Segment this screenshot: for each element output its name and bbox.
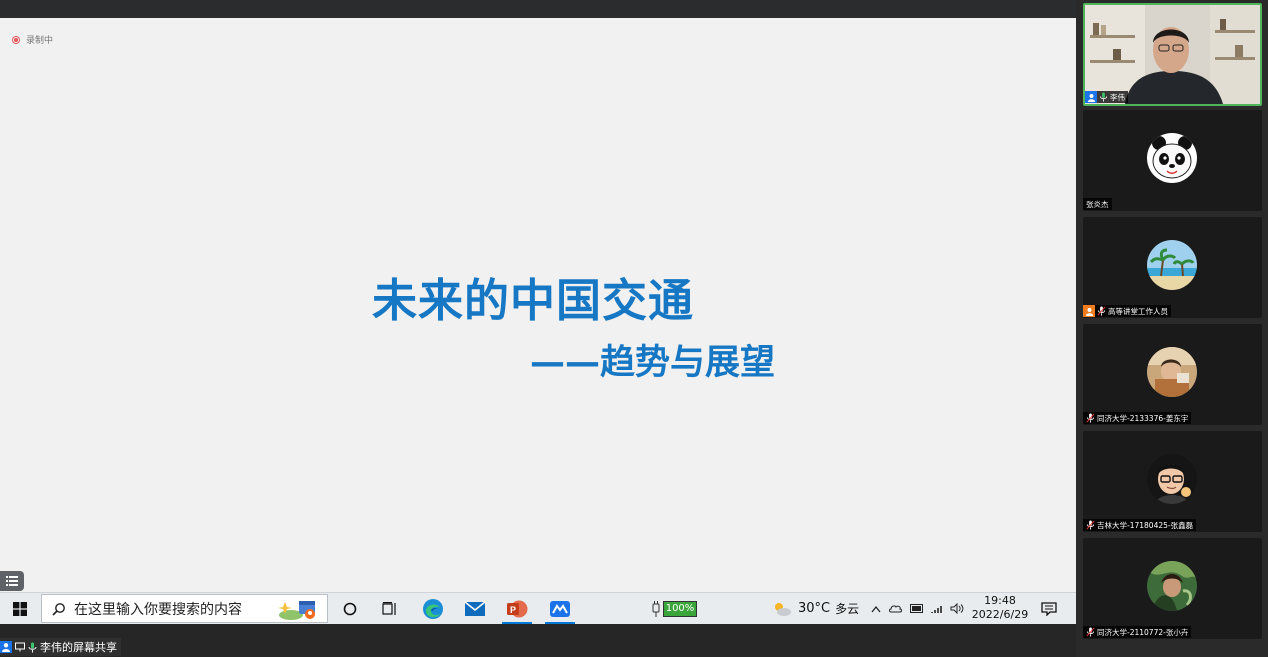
notification-icon <box>1041 601 1057 616</box>
participant-avatar <box>1147 454 1197 504</box>
mail-icon <box>464 600 486 616</box>
participant-name: 高等讲堂工作人员 <box>1108 306 1168 316</box>
wifi-button[interactable] <box>928 593 946 624</box>
cortana-icon <box>343 602 357 615</box>
task-view-icon <box>382 601 396 615</box>
weather-desc: 多云 <box>835 602 860 616</box>
edge-taskbar-button[interactable] <box>416 593 450 624</box>
participant-tile[interactable]: 张炎杰 <box>1083 110 1262 211</box>
notification-button[interactable] <box>1038 593 1060 624</box>
participant-tile[interactable]: 同济大学-2110772-张小卉 <box>1083 538 1262 639</box>
tencent-meeting-icon <box>550 600 570 617</box>
battery-icon: 100% <box>662 600 698 617</box>
start-button[interactable] <box>6 593 34 624</box>
battery-indicator[interactable]: 100% <box>646 593 702 624</box>
powerpoint-taskbar-button[interactable]: P <box>498 593 536 624</box>
participant-gallery: 李伟 张炎杰 高等讲堂工作人员 同济大学-2133376-姜东宇 吉林大学-17… <box>1076 0 1268 657</box>
wifi-icon <box>930 606 942 613</box>
taskbar-search-box[interactable]: 在这里输入你要搜索的内容 <box>41 594 328 623</box>
chevron-up-icon <box>871 605 881 612</box>
shared-screen: 录制中 未来的中国交通 ——趋势与展望 <box>0 18 1076 592</box>
windows-start-icon <box>13 601 27 616</box>
battery-percent: 100% <box>665 603 695 614</box>
volume-button[interactable] <box>948 593 966 624</box>
participant-avatar <box>1147 347 1197 397</box>
show-hidden-icons[interactable] <box>868 593 884 624</box>
display-icon <box>909 603 923 613</box>
participant-name: 同济大学-2110772-张小卉 <box>1097 627 1189 637</box>
clock-date: 2022/6/29 <box>971 608 1029 621</box>
participant-tile[interactable]: 高等讲堂工作人员 <box>1083 217 1262 318</box>
weather-temp: 30°C <box>798 601 831 616</box>
participant-tile-active[interactable]: 李伟 <box>1083 3 1262 106</box>
weather-widget[interactable]: 30°C 多云 <box>771 593 863 624</box>
powerpoint-icon: P <box>507 600 528 617</box>
plug-icon <box>652 600 660 617</box>
clock-time: 19:48 <box>984 594 1016 607</box>
participant-name: 吉林大学-17180425-张鑫磊 <box>1097 520 1194 530</box>
menu-icon <box>6 576 18 586</box>
recording-indicator: 录制中 <box>12 33 53 46</box>
participant-namebar: 同济大学-2133376-姜东宇 <box>1083 412 1192 424</box>
participant-name: 张炎杰 <box>1086 199 1109 209</box>
user-icon <box>1085 91 1097 103</box>
participant-name: 同济大学-2133376-姜东宇 <box>1097 413 1189 423</box>
mic-muted-icon <box>1086 520 1095 530</box>
mail-taskbar-button[interactable] <box>458 593 492 624</box>
onedrive-icon <box>889 605 902 613</box>
participant-avatar <box>1147 133 1197 183</box>
share-label-text: 李伟的屏幕共享 <box>40 641 117 654</box>
screen-share-label: 李伟的屏幕共享 <box>0 638 121 656</box>
screen-share-icon <box>15 642 25 652</box>
onedrive-button[interactable] <box>887 593 905 624</box>
edge-icon <box>423 598 443 619</box>
participant-avatar <box>1147 240 1197 290</box>
meeting-top-bar <box>0 0 1076 18</box>
user-icon <box>1083 305 1095 317</box>
cortana-button[interactable] <box>337 593 363 624</box>
participant-namebar: 张炎杰 <box>1083 198 1112 210</box>
participant-avatar <box>1147 561 1197 611</box>
mic-muted-icon <box>1086 413 1095 423</box>
participant-tile[interactable]: 吉林大学-17180425-张鑫磊 <box>1083 431 1262 532</box>
participant-namebar: 高等讲堂工作人员 <box>1083 305 1171 317</box>
search-highlight-icon <box>278 601 315 620</box>
menu-button[interactable] <box>0 571 24 591</box>
windows-taskbar: 在这里输入你要搜索的内容 P 100% 30°C 多云 19:48 2022/6… <box>0 592 1076 624</box>
user-icon <box>0 641 12 653</box>
recording-label: 录制中 <box>26 36 54 46</box>
task-view-button[interactable] <box>377 593 403 624</box>
participant-name: 李伟 <box>1110 92 1125 102</box>
mic-muted-icon <box>1086 627 1095 637</box>
meeting-bottom-bar: 李伟的屏幕共享 <box>0 624 1076 657</box>
slide-subtitle: ——趋势与展望 <box>530 343 776 383</box>
participant-namebar: 吉林大学-17180425-张鑫磊 <box>1083 519 1197 531</box>
tencent-meeting-taskbar-button[interactable] <box>541 593 579 624</box>
search-placeholder: 在这里输入你要搜索的内容 <box>74 601 242 618</box>
taskbar-clock[interactable]: 19:48 2022/6/29 <box>966 594 1034 622</box>
record-icon <box>12 35 20 44</box>
mic-muted-icon <box>1097 306 1106 316</box>
mic-icon <box>28 642 37 652</box>
display-button[interactable] <box>907 593 925 624</box>
search-icon <box>52 602 65 616</box>
svg-text:P: P <box>510 605 516 615</box>
participant-namebar: 李伟 <box>1085 91 1128 103</box>
participant-namebar: 同济大学-2110772-张小卉 <box>1083 626 1192 638</box>
mic-icon <box>1099 92 1108 102</box>
participant-video <box>1085 5 1260 104</box>
volume-icon <box>950 603 964 614</box>
participant-tile[interactable]: 同济大学-2133376-姜东宇 <box>1083 324 1262 425</box>
weather-icon <box>775 602 791 616</box>
slide-title: 未来的中国交通 <box>372 274 695 327</box>
